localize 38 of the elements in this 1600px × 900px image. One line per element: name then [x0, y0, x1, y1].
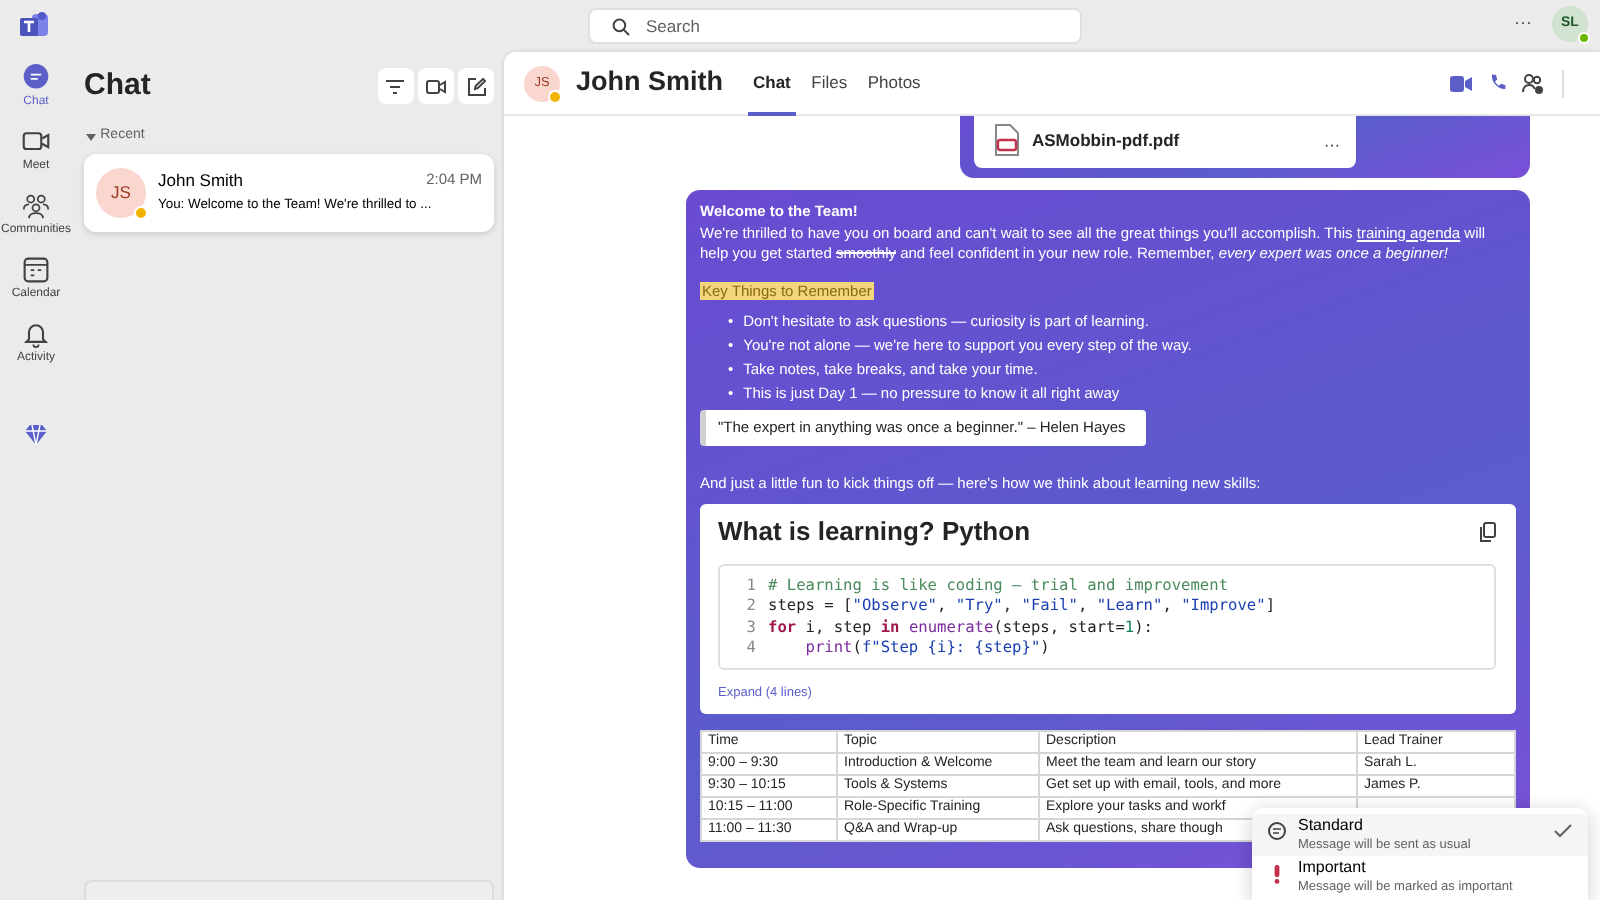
file-name: ASMobbin-pdf.pdf: [1032, 128, 1180, 154]
away-status-icon: [134, 205, 148, 219]
search-field[interactable]: Search: [588, 8, 1082, 44]
diamond-icon[interactable]: [24, 424, 48, 446]
file-more-button[interactable]: ···: [1324, 136, 1340, 156]
filter-icon: [386, 79, 405, 93]
contact-name: John Smith: [576, 64, 723, 101]
conversation-tab[interactable]: Photos: [861, 52, 927, 115]
copy-icon[interactable]: [1480, 521, 1496, 541]
calendar-icon: [22, 256, 50, 284]
video-camera-icon: [425, 79, 446, 93]
option-title: Important: [1298, 858, 1368, 877]
phone-call-icon[interactable]: [1489, 74, 1505, 92]
bell-icon: [22, 320, 50, 348]
code-card-title: What is learning? Python: [718, 515, 1031, 547]
filter-button[interactable]: [377, 68, 414, 104]
chat-bubble-icon: [22, 64, 50, 92]
new-chat-button[interactable]: [458, 68, 494, 104]
conversation-tab[interactable]: Files: [805, 52, 854, 115]
video-camera-icon: [22, 128, 50, 156]
teams-logo-icon: [20, 12, 48, 38]
search-icon: [612, 18, 630, 36]
more-button[interactable]: ···: [1514, 10, 1532, 38]
chat-title: Chat: [84, 65, 151, 106]
video-call-icon[interactable]: [1450, 75, 1472, 91]
chat-bubble-icon: [1268, 822, 1286, 842]
checkmark-icon: [1554, 824, 1572, 838]
conversation-tab[interactable]: Chat: [747, 52, 797, 115]
people-group-icon: [22, 192, 50, 220]
meet-now-button[interactable]: [417, 68, 454, 104]
people-add-icon[interactable]: [1522, 73, 1544, 93]
contact-avatar: JS: [96, 167, 146, 217]
away-status-icon: [548, 89, 562, 103]
pdf-file-icon: [994, 124, 1020, 156]
status-dot: [1578, 32, 1590, 44]
file-card[interactable]: ASMobbin-pdf.pdf ···: [974, 116, 1356, 168]
compose-icon: [467, 77, 485, 95]
contact-name: John Smith: [158, 167, 244, 193]
